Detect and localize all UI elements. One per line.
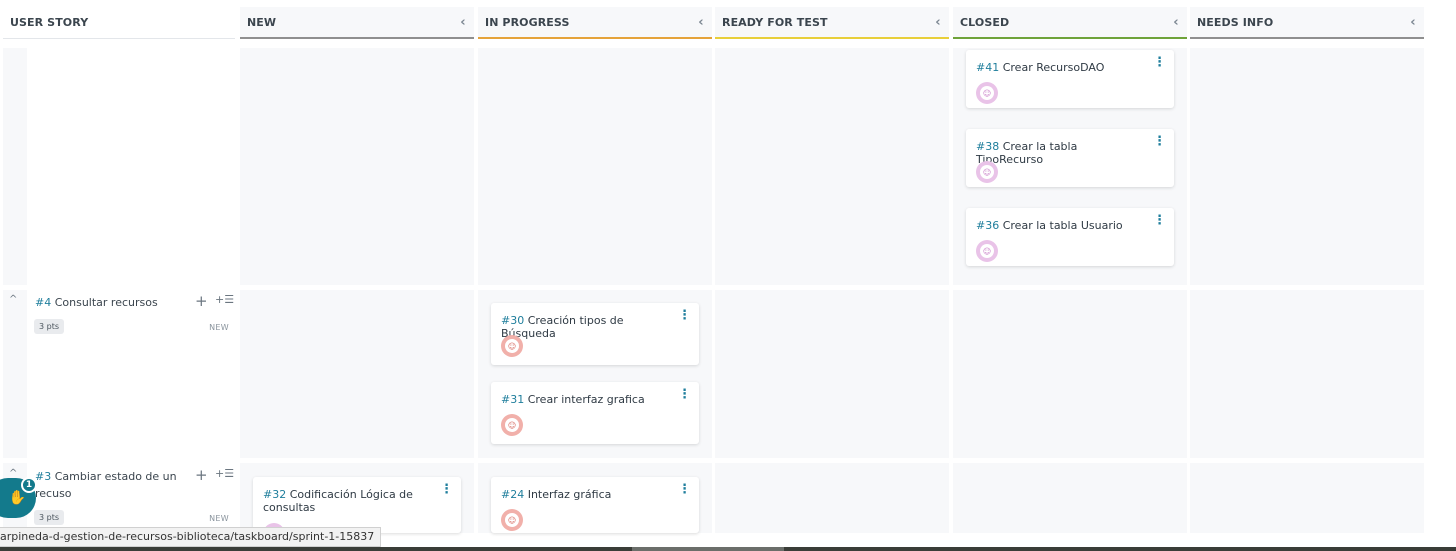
column-header-in-progress: IN PROGRESS ‹ [478,7,712,39]
cell-unassigned-in-progress [478,48,712,285]
cell-story4-new [240,290,474,458]
task-card-36[interactable]: #36 Crear la tabla Usuario ⋮ ☺ [966,208,1174,266]
taskboard: USER STORY NEW ‹ IN PROGRESS ‹ READY FOR… [0,0,1456,551]
add-task-icon[interactable]: + [195,292,208,310]
task-title[interactable]: #32 Codificación Lógica de consultas [263,488,433,514]
add-task-icon[interactable]: + [195,466,208,484]
story-title-text: Consultar recursos [54,296,158,309]
column-header-needs-info: NEEDS INFO ‹ [1190,7,1424,39]
task-title-text: Codificación Lógica de consultas [263,488,413,514]
assignee-avatar[interactable]: ☺ [501,509,523,531]
task-title-text: Crear RecursoDAO [1002,61,1105,74]
task-menu-icon[interactable]: ⋮ [678,387,691,402]
story-status: NEW [209,323,229,332]
bottom-scrollbar[interactable] [0,547,1456,551]
task-menu-icon[interactable]: ⋮ [1153,134,1166,149]
task-menu-icon[interactable]: ⋮ [678,482,691,497]
cell-story4-closed [953,290,1187,458]
assignee-avatar[interactable]: ☺ [501,414,523,436]
cell-story4-ready-for-test [715,290,949,458]
task-title-text: Crear la tabla Usuario [1002,219,1123,232]
collapse-column-icon[interactable]: ‹ [690,15,712,30]
column-header-label: NEW [247,15,277,29]
task-ref[interactable]: #31 [501,393,524,406]
cell-story3-ready-for-test [715,463,949,533]
wave-hand-icon: ✋ [8,490,26,506]
task-ref[interactable]: #30 [501,314,524,327]
unassigned-row-strip [3,48,27,285]
story-points-badge: 3 pts [34,510,65,525]
task-title[interactable]: #38 Crear la tabla TipoRecurso [976,140,1146,166]
collapse-column-icon[interactable]: ‹ [452,15,474,30]
bulk-add-tasks-icon[interactable]: +☰ [215,293,234,306]
column-header-closed: CLOSED ‹ [953,7,1187,39]
header-user-story: USER STORY [3,7,235,39]
column-header-label: CLOSED [960,15,1010,29]
story-title[interactable]: #4 Consultar recursos [35,294,185,311]
task-title[interactable]: #30 Creación tipos de Búsqueda [501,314,671,340]
user-story-3[interactable]: #3 Cambiar estado de un recuso + +☰ 3 pt… [31,466,235,528]
assignee-avatar[interactable]: ☺ [976,82,998,104]
column-header-ready-for-test: READY FOR TEST ‹ [715,7,949,39]
header-user-story-label: USER STORY [10,16,89,29]
cell-story3-closed [953,463,1187,533]
avatar-face-icon: ☺ [980,165,994,179]
task-title[interactable]: #41 Crear RecursoDAO [976,61,1146,74]
chat-notification-badge: 1 [21,477,37,493]
cell-unassigned-needs-info [1190,48,1424,285]
assignee-avatar[interactable]: ☺ [976,240,998,262]
story-points-badge: 3 pts [34,319,65,334]
story-status: NEW [209,514,229,523]
task-title[interactable]: #36 Crear la tabla Usuario [976,219,1146,232]
task-ref[interactable]: #32 [263,488,286,501]
column-header-label: READY FOR TEST [722,15,828,29]
task-card-30[interactable]: #30 Creación tipos de Búsqueda ⋮ ☺ [491,303,699,365]
task-title[interactable]: #24 Interfaz gráfica [501,488,671,501]
avatar-face-icon: ☺ [505,513,519,527]
column-header-label: NEEDS INFO [1197,15,1274,29]
bulk-add-tasks-icon[interactable]: +☰ [215,467,234,480]
story-title-text: Cambiar estado de un recuso [35,470,177,500]
task-ref[interactable]: #38 [976,140,999,153]
assignee-avatar[interactable]: ☺ [501,335,523,357]
collapse-column-icon[interactable]: ‹ [1402,15,1424,30]
assignee-avatar[interactable]: ☺ [976,161,998,183]
story-row-strip [3,290,27,458]
story-ref[interactable]: #3 [35,470,51,483]
cell-story4-needs-info [1190,290,1424,458]
avatar-face-icon: ☺ [505,418,519,432]
status-bar-url: arpineda-d-gestion-de-recursos-bibliotec… [0,527,382,547]
cell-story3-needs-info [1190,463,1424,533]
column-header-label: IN PROGRESS [485,15,570,29]
task-title-text: Crear interfaz grafica [527,393,645,406]
task-ref[interactable]: #36 [976,219,999,232]
task-menu-icon[interactable]: ⋮ [678,308,691,323]
avatar-face-icon: ☺ [505,339,519,353]
story-title[interactable]: #3 Cambiar estado de un recuso [35,468,185,502]
task-menu-icon[interactable]: ⋮ [1153,213,1166,228]
collapse-column-icon[interactable]: ‹ [1165,15,1187,30]
task-ref[interactable]: #24 [501,488,524,501]
column-header-new: NEW ‹ [240,7,474,39]
task-card-24[interactable]: #24 Interfaz gráfica ⋮ ☺ [491,477,699,533]
task-card-41[interactable]: #41 Crear RecursoDAO ⋮ ☺ [966,50,1174,108]
task-menu-icon[interactable]: ⋮ [440,482,453,497]
story-ref[interactable]: #4 [35,296,51,309]
task-ref[interactable]: #41 [976,61,999,74]
task-card-38[interactable]: #38 Crear la tabla TipoRecurso ⋮ ☺ [966,129,1174,187]
cell-unassigned-ready-for-test [715,48,949,285]
collapse-story-icon[interactable]: ^ [9,294,17,305]
cell-unassigned-new [240,48,474,285]
collapse-column-icon[interactable]: ‹ [927,15,949,30]
task-card-32[interactable]: #32 Codificación Lógica de consultas ⋮ ☺ [253,477,461,533]
user-story-4[interactable]: #4 Consultar recursos + +☰ 3 pts NEW [31,292,235,344]
avatar-face-icon: ☺ [980,86,994,100]
task-card-31[interactable]: #31 Crear interfaz grafica ⋮ ☺ [491,382,699,444]
scrollbar-thumb[interactable] [632,547,784,551]
avatar-face-icon: ☺ [980,244,994,258]
task-title-text: Interfaz gráfica [527,488,612,501]
task-menu-icon[interactable]: ⋮ [1153,55,1166,70]
task-title[interactable]: #31 Crear interfaz grafica [501,393,671,406]
